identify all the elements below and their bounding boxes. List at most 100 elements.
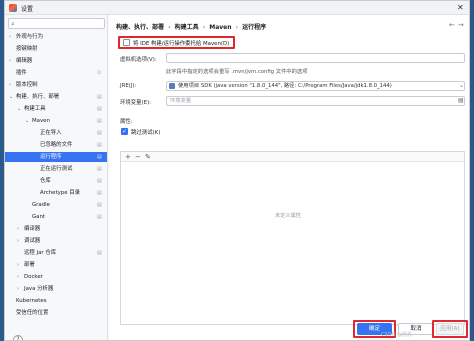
sidebar-item-label: 仓库 [40, 178, 51, 184]
properties-empty-text: 未定义属性 [275, 213, 301, 219]
back-forward-icons[interactable]: ←→ [449, 21, 467, 29]
sidebar-item-label: 调试器 [24, 238, 41, 244]
chevron-right-icon[interactable]: › [17, 284, 19, 294]
settings-page-icon: ▤ [97, 202, 102, 208]
settings-page-icon: ▤ [97, 130, 102, 136]
sidebar-item[interactable]: › 编辑器 [5, 56, 107, 66]
browse-icon[interactable]: ▤ [458, 96, 464, 106]
chevron-right-icon[interactable]: › [17, 260, 19, 270]
close-icon[interactable]: ✕ [457, 3, 464, 13]
sidebar-item[interactable]: 运行程序 ▤ [5, 152, 107, 162]
sidebar-item[interactable]: › 外观与行为 [5, 32, 107, 42]
sidebar-item-label: 编译器 [24, 226, 41, 232]
skip-tests-checkbox[interactable]: ✓ [121, 128, 128, 135]
vm-options-label: 虚拟机选项(V): [120, 57, 157, 63]
title-bar: 设置 ✕ [5, 1, 469, 15]
properties-table: + − ✎ 未定义属性 [120, 151, 465, 325]
sidebar-item[interactable]: Archetype 目录 ▤ [5, 188, 107, 198]
sidebar-item[interactable]: 按键映射 [5, 44, 107, 54]
intellij-logo-icon [9, 4, 17, 12]
jre-label: JRE(J): [120, 83, 137, 89]
chevron-right-icon[interactable]: › [17, 272, 19, 282]
chevron-right-icon[interactable]: › [17, 236, 19, 246]
sidebar-item-label: 正在运行测试 [40, 166, 73, 172]
settings-page-icon: ▤ [97, 106, 102, 112]
sdk-folder-icon [169, 83, 175, 89]
sidebar-item[interactable]: Kubernetes [5, 296, 107, 306]
settings-search-input[interactable]: ⌕ [8, 18, 105, 29]
sidebar-item-label: 插件 [16, 70, 27, 76]
sidebar-item-label: 构建工具 [24, 106, 46, 112]
vm-options-hint: 此字段中指定的选项会重写 .mvn/jvm.config 文件中的选项 [166, 69, 308, 75]
settings-dialog: 设置 ✕ ⌕ › 外观与行为 按键映射 › 编辑器 插件 ⊙ › 版本控制 ⌄ 构建、执行、部署 ▤ ⌄… [4, 0, 470, 341]
breadcrumb-item: 运行程序 [242, 24, 267, 31]
apply-button[interactable]: 应用(A) [436, 323, 464, 335]
sidebar-item[interactable]: 插件 ⊙ [5, 68, 107, 78]
sidebar-item-label: Docker [24, 274, 43, 280]
delegate-label[interactable]: 将 IDE 构建/运行操作委托给 Maven(D) [133, 39, 229, 47]
sidebar-item[interactable]: 正在导入 ▤ [5, 128, 107, 138]
sidebar-item-label: 部署 [24, 262, 35, 268]
sidebar-item-label: Archetype 目录 [40, 190, 81, 196]
delegate-checkbox[interactable] [123, 39, 130, 46]
remove-icon[interactable]: − [135, 152, 141, 162]
breadcrumb-separator: › [202, 24, 206, 31]
sidebar-item[interactable]: › 编译器 [5, 224, 107, 234]
chevron-down-icon[interactable]: ⌄ [17, 104, 21, 114]
env-vars-input[interactable]: 环境变量 [166, 96, 465, 106]
settings-page-icon: ▤ [97, 250, 102, 256]
vm-options-input[interactable] [166, 53, 465, 63]
settings-page-icon: ▤ [97, 178, 102, 184]
settings-page-icon: ▤ [97, 190, 102, 196]
sidebar-item[interactable]: ⌄ 构建、执行、部署 ▤ [5, 92, 107, 102]
window-title: 设置 [21, 6, 34, 13]
sidebar-item[interactable]: 受信任的位置 [5, 308, 107, 318]
sidebar-item[interactable]: Gant ▤ [5, 212, 107, 222]
settings-content: 构建、执行、部署 › 构建工具 › Maven › 运行程序 ←→ 将 IDE … [109, 15, 469, 340]
breadcrumb-item[interactable]: 构建、执行、部署 [116, 24, 164, 31]
sidebar-item-label: 受信任的位置 [16, 310, 49, 316]
skip-tests-label[interactable]: 跳过测试(K) [131, 128, 160, 136]
help-icon[interactable]: ? [13, 335, 23, 340]
settings-page-icon: ▤ [97, 94, 102, 100]
chevron-right-icon[interactable]: › [9, 56, 11, 66]
settings-page-icon: ▤ [97, 166, 102, 172]
settings-sidebar: ⌕ › 外观与行为 按键映射 › 编辑器 插件 ⊙ › 版本控制 ⌄ 构建、执行、部署 ▤ ⌄ 构建工具 ▤… [5, 15, 108, 340]
sidebar-item[interactable]: 仓库 ▤ [5, 176, 107, 186]
sidebar-item-label: 已忽略的文件 [40, 142, 73, 148]
sidebar-item[interactable]: 已忽略的文件 ▤ [5, 140, 107, 150]
sidebar-item[interactable]: › 版本控制 [5, 80, 107, 90]
add-icon[interactable]: + [125, 152, 131, 162]
sidebar-item-label: Gant [32, 214, 46, 220]
chevron-right-icon[interactable]: › [9, 32, 11, 42]
chevron-down-icon[interactable]: ⌄ [9, 92, 13, 102]
settings-page-icon: ▤ [97, 142, 102, 148]
settings-page-icon: ▤ [97, 118, 102, 124]
watermark: CSDN @杨苏 [381, 332, 412, 338]
sidebar-item[interactable]: › Docker [5, 272, 107, 282]
sidebar-item-label: 远程 Jar 仓库 [24, 250, 57, 256]
sidebar-item[interactable]: 正在运行测试 ▤ [5, 164, 107, 174]
sidebar-item-label: Java 分析器 [24, 286, 54, 292]
language-icon: ⊙ [97, 70, 102, 76]
breadcrumb-separator: › [168, 24, 171, 31]
breadcrumb-item[interactable]: Maven [209, 24, 231, 31]
sidebar-item[interactable]: 远程 Jar 仓库 ▤ [5, 248, 107, 258]
properties-toolbar: + − ✎ [121, 152, 464, 162]
sidebar-item[interactable]: Gradle ▤ [5, 200, 107, 210]
sidebar-item[interactable]: ⌄ Maven ▤ [5, 116, 107, 126]
sidebar-item[interactable]: ⌄ 构建工具 ▤ [5, 104, 107, 114]
sidebar-item-label: 正在导入 [40, 130, 62, 136]
sidebar-item[interactable]: › Java 分析器 [5, 284, 107, 294]
chevron-down-icon: ⌄ [459, 82, 465, 89]
desktop-right-edge [470, 0, 474, 341]
properties-label: 属性: [120, 119, 133, 125]
chevron-right-icon[interactable]: › [17, 224, 19, 234]
chevron-down-icon[interactable]: ⌄ [25, 116, 29, 126]
jre-select[interactable]: 使用项目 SDK (java version "1.8.0_144", 路径: … [166, 81, 465, 91]
chevron-right-icon[interactable]: › [9, 80, 11, 90]
sidebar-item[interactable]: › 部署 [5, 260, 107, 270]
breadcrumb-item[interactable]: 构建工具 [175, 24, 199, 31]
sidebar-item[interactable]: › 调试器 [5, 236, 107, 246]
edit-icon[interactable]: ✎ [145, 152, 151, 162]
